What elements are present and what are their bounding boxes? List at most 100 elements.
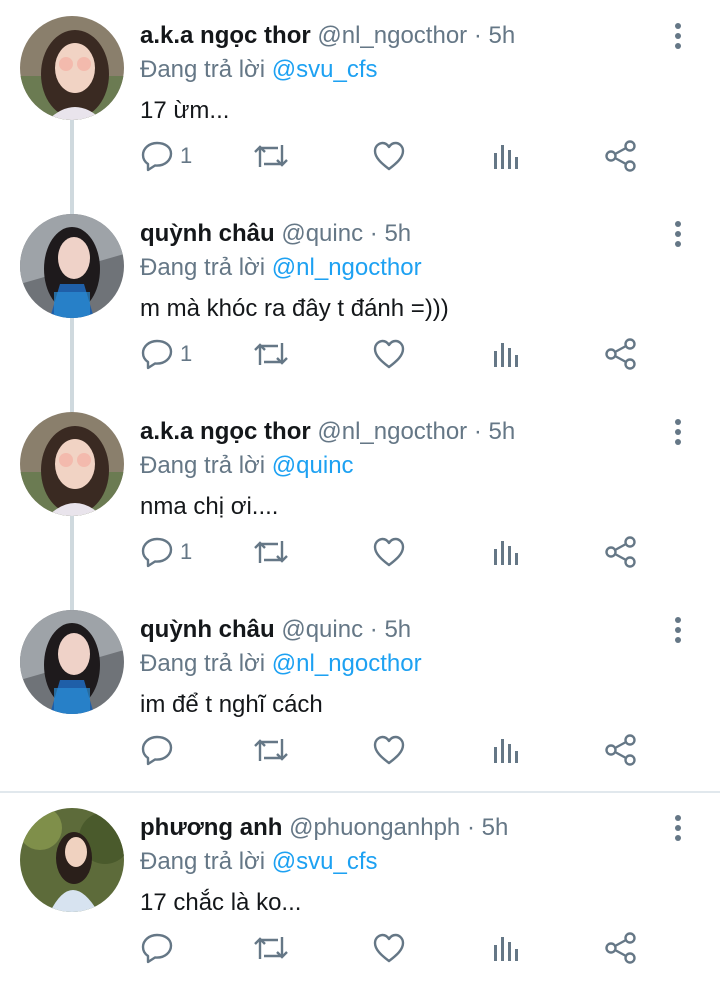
- display-name[interactable]: a.k.a ngọc thor: [140, 418, 311, 445]
- reply-icon: [141, 933, 173, 964]
- more-vertical-icon: [675, 617, 681, 643]
- tweet[interactable]: phương anh @phuonganhph · 5h Đang trả lờ…: [0, 792, 720, 990]
- more-options-button[interactable]: [666, 20, 690, 52]
- tweet-text: nma chị ơi....: [140, 493, 279, 520]
- more-options-button[interactable]: [666, 614, 690, 646]
- share-button[interactable]: [604, 134, 638, 178]
- separator-dot: ·: [473, 418, 482, 445]
- user-handle[interactable]: @quinc: [281, 616, 363, 643]
- reply-button[interactable]: [140, 728, 180, 772]
- tweet-thread: a.k.a ngọc thor @nl_ngocthor · 5h Đang t…: [0, 0, 720, 990]
- display-name[interactable]: quỳnh châu: [140, 220, 275, 247]
- analytics-button[interactable]: [492, 134, 522, 178]
- replying-to: Đang trả lời @svu_cfs: [140, 54, 378, 86]
- tweet-text: m mà khóc ra đây t đánh =))): [140, 295, 449, 322]
- user-handle[interactable]: @quinc: [281, 220, 363, 247]
- retweet-button[interactable]: [252, 926, 290, 970]
- retweet-button[interactable]: [252, 530, 290, 574]
- display-name[interactable]: phương anh: [140, 814, 282, 841]
- reply-icon: [141, 141, 173, 172]
- mention-link[interactable]: @svu_cfs: [272, 56, 378, 83]
- retweet-icon: [254, 739, 288, 761]
- reply-button[interactable]: [140, 926, 180, 970]
- display-name[interactable]: quỳnh châu: [140, 616, 275, 643]
- timestamp[interactable]: 5h: [384, 616, 411, 643]
- timestamp[interactable]: 5h: [489, 22, 516, 49]
- like-button[interactable]: [372, 728, 406, 772]
- more-vertical-icon: [675, 23, 681, 49]
- replying-to-label: Đang trả lời: [140, 452, 266, 479]
- retweet-button[interactable]: [252, 332, 290, 376]
- reply-count: 1: [180, 539, 193, 564]
- more-options-button[interactable]: [666, 218, 690, 250]
- share-icon: [605, 932, 636, 964]
- more-options-button[interactable]: [666, 812, 690, 844]
- share-icon: [605, 536, 636, 568]
- timestamp[interactable]: 5h: [384, 220, 411, 247]
- retweet-icon: [254, 937, 288, 959]
- mention-link[interactable]: @nl_ngocthor: [272, 254, 422, 281]
- tweet-text: 17 ừm...: [140, 97, 230, 124]
- analytics-button[interactable]: [492, 332, 522, 376]
- retweet-icon: [254, 541, 288, 563]
- replying-to: Đang trả lời @nl_ngocthor: [140, 648, 422, 680]
- analytics-button[interactable]: [492, 728, 522, 772]
- like-button[interactable]: [372, 134, 406, 178]
- tweet-header: a.k.a ngọc thor @nl_ngocthor · 5h: [140, 416, 515, 448]
- tweet[interactable]: a.k.a ngọc thor @nl_ngocthor · 5h Đang t…: [0, 0, 720, 198]
- reply-icon: [141, 537, 173, 568]
- tweet[interactable]: quỳnh châu @quinc · 5h Đang trả lời @nl_…: [0, 594, 720, 792]
- mention-link[interactable]: @quinc: [272, 452, 354, 479]
- tweet-text: im để t nghĩ cách: [140, 691, 323, 718]
- share-button[interactable]: [604, 728, 638, 772]
- avatar[interactable]: [20, 412, 124, 516]
- reply-count: 1: [180, 341, 193, 366]
- retweet-icon: [254, 343, 288, 365]
- user-handle[interactable]: @nl_ngocthor: [317, 418, 467, 445]
- like-button[interactable]: [372, 332, 406, 376]
- analytics-icon: [494, 937, 518, 961]
- reply-icon: [141, 735, 173, 766]
- like-icon: [373, 933, 405, 963]
- tweet-actions: 1: [140, 332, 680, 376]
- avatar[interactable]: [20, 16, 124, 120]
- timestamp[interactable]: 5h: [482, 814, 509, 841]
- timestamp[interactable]: 5h: [489, 418, 516, 445]
- display-name[interactable]: a.k.a ngọc thor: [140, 22, 311, 49]
- like-icon: [373, 339, 405, 369]
- retweet-button[interactable]: [252, 134, 290, 178]
- tweet-header: quỳnh châu @quinc · 5h: [140, 614, 411, 646]
- separator-dot: ·: [466, 814, 475, 841]
- mention-link[interactable]: @svu_cfs: [272, 848, 378, 875]
- share-icon: [605, 338, 636, 370]
- share-button[interactable]: [604, 926, 638, 970]
- analytics-button[interactable]: [492, 530, 522, 574]
- retweet-button[interactable]: [252, 728, 290, 772]
- user-handle[interactable]: @phuonganhph: [289, 814, 460, 841]
- user-handle[interactable]: @nl_ngocthor: [317, 22, 467, 49]
- more-options-button[interactable]: [666, 416, 690, 448]
- tweet[interactable]: quỳnh châu @quinc · 5h Đang trả lời @nl_…: [0, 198, 720, 396]
- tweet-header: a.k.a ngọc thor @nl_ngocthor · 5h: [140, 20, 515, 52]
- analytics-button[interactable]: [492, 926, 522, 970]
- tweet-actions: 1: [140, 530, 680, 574]
- share-button[interactable]: [604, 332, 638, 376]
- share-button[interactable]: [604, 530, 638, 574]
- tweet-actions: [140, 728, 680, 772]
- like-button[interactable]: [372, 530, 406, 574]
- reply-button[interactable]: 1: [140, 134, 192, 178]
- avatar[interactable]: [20, 214, 124, 318]
- avatar[interactable]: [20, 610, 124, 714]
- analytics-icon: [494, 541, 518, 565]
- like-button[interactable]: [372, 926, 406, 970]
- tweet-actions: [140, 926, 680, 970]
- replying-to-label: Đang trả lời: [140, 254, 266, 281]
- separator-dot: ·: [473, 22, 482, 49]
- tweet[interactable]: a.k.a ngọc thor @nl_ngocthor · 5h Đang t…: [0, 396, 720, 594]
- reply-button[interactable]: 1: [140, 332, 192, 376]
- avatar[interactable]: [20, 808, 124, 912]
- tweet-header: quỳnh châu @quinc · 5h: [140, 218, 411, 250]
- mention-link[interactable]: @nl_ngocthor: [272, 650, 422, 677]
- reply-button[interactable]: 1: [140, 530, 192, 574]
- replying-to: Đang trả lời @quinc: [140, 450, 354, 482]
